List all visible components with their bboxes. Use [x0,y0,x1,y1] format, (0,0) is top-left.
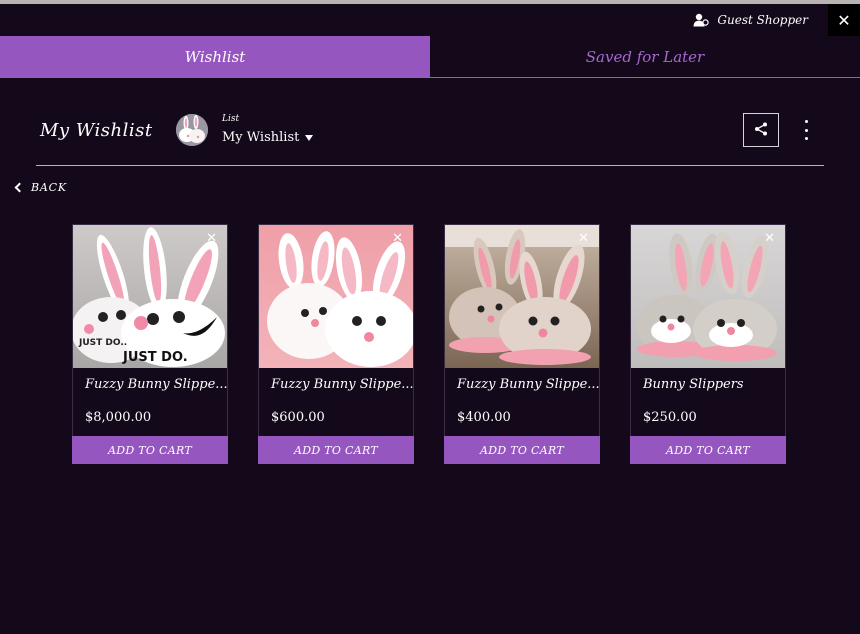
product-image[interactable]: ✕ [631,225,785,368]
add-to-cart-button[interactable]: ADD TO CART [258,436,414,464]
tab-bar: Wishlist Saved for Later [0,36,860,78]
product-name[interactable]: Fuzzy Bunny Slippe... [457,377,600,392]
product-name[interactable]: Fuzzy Bunny Slippe... [271,377,414,392]
tab-saved-for-later[interactable]: Saved for Later [430,36,860,77]
product-card[interactable]: ✕ Fuzzy Bunny Slippe... $400.00 ADD TO C… [444,224,600,464]
header-bar: Guest Shopper ✕ [0,4,860,36]
caret-down-icon [305,134,314,141]
back-link[interactable]: BACK [14,181,67,194]
share-button[interactable] [743,113,779,147]
product-price: $400.00 [457,410,511,425]
more-vertical-icon [804,120,808,123]
product-name[interactable]: Fuzzy Bunny Slippe... [85,377,228,392]
list-avatar [176,114,208,146]
product-image[interactable]: ✕ [445,225,599,368]
chevron-left-icon [14,182,25,193]
share-icon [754,121,768,140]
close-icon[interactable]: ✕ [206,231,217,246]
close-icon[interactable]: ✕ [392,231,403,246]
svg-text:JUST DO..: JUST DO.. [78,338,127,348]
tab-saved-for-later-label: Saved for Later [585,47,705,66]
user-name: Guest Shopper [717,13,808,27]
slipper-logo-text: JUST DO. [122,350,188,365]
back-label: BACK [31,181,67,194]
more-dot [804,128,808,132]
product-card[interactable]: ✕ Bunny Slippers $250.00 ADD TO CART [630,224,786,464]
product-image[interactable]: ✕ [259,225,413,368]
page-title: My Wishlist [40,120,153,141]
add-to-cart-button[interactable]: ADD TO CART [72,436,228,464]
product-card[interactable]: JUST DO.. JUST DO. ✕ Fuzzy Bunny Slippe.… [72,224,228,464]
close-icon[interactable]: ✕ [578,231,589,246]
close-button[interactable]: ✕ [828,4,860,36]
more-options-button[interactable] [796,118,816,142]
product-image[interactable]: JUST DO.. JUST DO. ✕ [73,225,227,368]
user-menu[interactable]: Guest Shopper [693,13,808,27]
product-card[interactable]: ✕ Fuzzy Bunny Slippe... $600.00 ADD TO C… [258,224,414,464]
add-to-cart-button[interactable]: ADD TO CART [444,436,600,464]
tab-wishlist-label: Wishlist [184,47,246,66]
list-selector-dropdown[interactable]: My Wishlist [222,130,314,145]
more-dot [804,137,808,140]
user-icon [693,13,710,27]
product-price: $8,000.00 [85,410,152,425]
product-name[interactable]: Bunny Slippers [643,377,744,392]
tab-wishlist[interactable]: Wishlist [0,36,430,77]
wishlist-grid: JUST DO.. JUST DO. ✕ Fuzzy Bunny Slippe.… [72,224,786,464]
close-icon[interactable]: ✕ [764,231,775,246]
product-price: $600.00 [271,410,325,425]
product-price: $250.00 [643,410,697,425]
list-header: My Wishlist List My Wishlist [36,110,824,166]
close-icon: ✕ [837,10,851,30]
list-selector-value: My Wishlist [222,130,300,145]
list-selector-label: List [222,114,240,124]
add-to-cart-button[interactable]: ADD TO CART [630,436,786,464]
